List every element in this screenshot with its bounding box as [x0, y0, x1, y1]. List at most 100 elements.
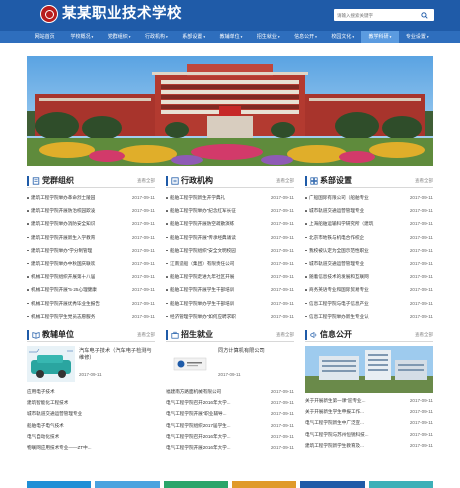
- nav-item[interactable]: 网站首页: [26, 31, 63, 43]
- news-item[interactable]: 我校被认定为全国示范性职业 2017-09-11: [305, 244, 433, 257]
- news-item[interactable]: 机械工程学院开展优秀毕业生报告 2017-09-11: [27, 297, 155, 310]
- nav-item[interactable]: 信息公开▾: [287, 31, 324, 43]
- list-item-title: 建筑工程学院新学生教育及...: [305, 442, 364, 448]
- view-all-link[interactable]: 查看全部: [415, 328, 433, 342]
- news-title: 机械工程学院开展优秀毕业生报告: [31, 300, 100, 306]
- news-title: 船舶工程学院开展学生干部培训: [170, 287, 235, 293]
- list-item[interactable]: 电气工程学院与苏州恒锐科技... 2017-09-11: [305, 429, 433, 440]
- nav-item[interactable]: 行政机构▾: [138, 31, 175, 43]
- news-item[interactable]: 建筑工程学院举办消防安全知识 2017-09-11: [27, 217, 155, 230]
- news-item[interactable]: 船舶工程学院开展防空疏散演练 2017-09-11: [166, 217, 294, 230]
- news-title: 信息工程学院与电子信息产业: [309, 300, 369, 306]
- news-title: 建筑工程学院举办“学分制管理: [31, 247, 93, 253]
- news-item[interactable]: 北京市地铁与机电合作校企 2017-09-11: [305, 231, 433, 244]
- news-item[interactable]: 船舶工程学院举办学生干部培训 2017-09-11: [166, 297, 294, 310]
- news-item[interactable]: 建筑工程学院举办“学分制管理 2017-09-11: [27, 244, 155, 257]
- list-item-title: 电气工程学院召开2016年大学...: [166, 433, 231, 439]
- news-item[interactable]: 江南造船（集团）有限责任公司 2017-09-11: [166, 257, 294, 270]
- list-item[interactable]: 电气工程学院召开2016年大学... 2017-09-11: [166, 397, 294, 408]
- news-item[interactable]: 建筑工程学院开展新生入学教育 2017-09-11: [27, 231, 155, 244]
- news-item[interactable]: 信息工程学院与电子信息产业 2017-09-11: [305, 297, 433, 310]
- list-item[interactable]: 建筑智能化工程技术: [27, 397, 155, 408]
- quick-link-tile[interactable]: [368, 481, 433, 488]
- news-item[interactable]: 船舶工程学院开展“传承经典诵读 2017-09-11: [166, 231, 294, 244]
- news-title: 船舶工程学院组织“安全文明校园: [170, 247, 236, 253]
- news-item[interactable]: 船舶工程学院举办“纪念红军长征 2017-09-11: [166, 204, 294, 217]
- list-item[interactable]: 电气工程学院组织2017届学生... 2017-09-11: [166, 420, 294, 431]
- news-item[interactable]: 船舶工程学院组织“安全文明校园 2017-09-11: [166, 244, 294, 257]
- news-date: 2017-09-11: [409, 260, 433, 266]
- news-item[interactable]: 建筑工程学院举办革命烈士陵园 2017-09-11: [27, 191, 155, 204]
- nav-item[interactable]: 招生就业▾: [250, 31, 287, 43]
- view-all-link[interactable]: 查看全部: [276, 174, 294, 188]
- featured-item[interactable]: 汽车电子技术（汽车电子检测与维修） 2017-09-11: [27, 342, 155, 386]
- news-item[interactable]: 城市轨道交通运营管理专业 2017-09-11: [305, 257, 433, 270]
- list-item[interactable]: 电气工程学院开展“职业辅导... 2017-09-11: [166, 408, 294, 419]
- list-item[interactable]: 建筑工程学院新学生教育及... 2017-09-11: [305, 440, 433, 451]
- featured-image: [27, 346, 75, 382]
- news-item[interactable]: 商务英语专业和国际贸易专业 2017-09-11: [305, 283, 433, 296]
- nav-item-label: 专业设置: [405, 34, 426, 40]
- quick-link-tile[interactable]: [27, 481, 92, 488]
- nav-item[interactable]: 教学科研▾: [361, 31, 399, 43]
- list-item[interactable]: 船舶电子电气技术: [27, 420, 155, 431]
- school-logo[interactable]: 某某职业技术学校: [40, 5, 182, 23]
- search-input[interactable]: [337, 10, 419, 20]
- list-item[interactable]: 电气工程学院召开2016年大学... 2017-09-11: [166, 431, 294, 442]
- featured-item[interactable]: 同方计算机有限公司 2017-09-11: [166, 342, 294, 386]
- list-item[interactable]: 关于开展新生学生申报工作... 2017-09-11: [305, 406, 433, 417]
- list-item[interactable]: 电气自动化技术: [27, 431, 155, 442]
- list-item-title: 应用电子技术: [27, 389, 55, 394]
- view-all-link[interactable]: 查看全部: [137, 328, 155, 342]
- news-item[interactable]: 建筑工程学院开展防治校园欺凌 2017-09-11: [27, 204, 155, 217]
- news-item[interactable]: 经济管理学院举办“如何应聘求职 2017-09-11: [166, 310, 294, 323]
- nav-item[interactable]: 学校概况▾: [63, 31, 100, 43]
- news-date: 2017-09-11: [131, 195, 155, 200]
- nav-item-label: 信息公开: [294, 34, 315, 40]
- news-item[interactable]: 机械工程学院开展“5·25心理健康 2017-09-11: [27, 283, 155, 296]
- news-item[interactable]: 信息工程学院举办新生专业认 2017-09-11: [305, 310, 433, 323]
- nav-item[interactable]: 专业设置▾: [399, 31, 436, 43]
- news-item[interactable]: 建筑工程学院举办中秋国庆联欢 2017-09-11: [27, 257, 155, 270]
- view-all-link[interactable]: 查看全部: [276, 328, 294, 342]
- news-title: 船舶工程学院新生开学典礼: [170, 195, 226, 200]
- nav-item[interactable]: 党群组织▾: [101, 31, 138, 43]
- quick-link-tile[interactable]: [300, 481, 365, 488]
- list-item[interactable]: 电气工程学院开展2016年大学... 2017-09-11: [166, 442, 294, 453]
- list-item[interactable]: 应用电子技术: [27, 386, 155, 397]
- view-all-link[interactable]: 查看全部: [137, 174, 155, 188]
- news-item[interactable]: 船舶工程学院走进九年社区开展 2017-09-11: [166, 270, 294, 283]
- search-button[interactable]: [419, 10, 430, 20]
- news-item[interactable]: 广船国际有限公司（船舶专业 2017-09-11: [305, 191, 433, 204]
- news-title: 城市轨道交通运营管理专业: [309, 208, 365, 214]
- quick-link-tile[interactable]: [163, 481, 228, 488]
- news-item[interactable]: 城市轨道交通运营管理专业 2017-09-11: [305, 204, 433, 217]
- quick-link-tile[interactable]: [231, 481, 297, 488]
- list-item[interactable]: 电气工程学院新生中广泛宣... 2017-09-11: [305, 417, 433, 428]
- news-item[interactable]: 随着信息技术的发展和互联网 2017-09-11: [305, 270, 433, 283]
- quick-link-tile[interactable]: [95, 481, 160, 488]
- nav-item[interactable]: 校园文化▾: [324, 31, 361, 43]
- section-accent-bar: [27, 330, 29, 340]
- news-title: 机械工程学院组织开展第十八届: [31, 274, 96, 280]
- news-item[interactable]: 船舶工程学院开展学生干部培训 2017-09-11: [166, 283, 294, 296]
- list-item-date: 2017-09-11: [409, 431, 433, 437]
- list-item[interactable]: 关于开展新生第一课“迎专业... 2017-09-11: [305, 395, 433, 406]
- nav-item[interactable]: 系部设置▾: [175, 31, 212, 43]
- news-item[interactable]: 上海船舶运输科学研究所（建筑 2017-09-11: [305, 217, 433, 230]
- news-item[interactable]: 船舶工程学院新生开学典礼 2017-09-11: [166, 191, 294, 204]
- list-item-title: 福建南方路面机械有限公司: [166, 389, 222, 394]
- chevron-down-icon: ▾: [240, 35, 243, 39]
- news-item[interactable]: 机械工程学院组织开展第十八届 2017-09-11: [27, 270, 155, 283]
- news-item[interactable]: 机械工程学院学生党员志愿服务 2017-09-11: [27, 310, 155, 323]
- nav-item[interactable]: 教辅单位▾: [212, 31, 249, 43]
- list-item[interactable]: 物联网应用技术专业——ZT中...: [27, 442, 155, 453]
- view-all-link[interactable]: 查看全部: [415, 174, 433, 188]
- chevron-down-icon: ▾: [389, 35, 392, 39]
- news-title: 船舶工程学院开展防空疏散演练: [170, 221, 235, 227]
- news-title: 北京市地铁与机电合作校企: [309, 234, 365, 240]
- news-date: 2017-09-11: [409, 247, 433, 253]
- list-item[interactable]: 城市轨道交通运营管理专业: [27, 408, 155, 419]
- chevron-down-icon: ▾: [352, 35, 355, 39]
- list-item[interactable]: 福建南方路面机械有限公司 2017-09-11: [166, 386, 294, 397]
